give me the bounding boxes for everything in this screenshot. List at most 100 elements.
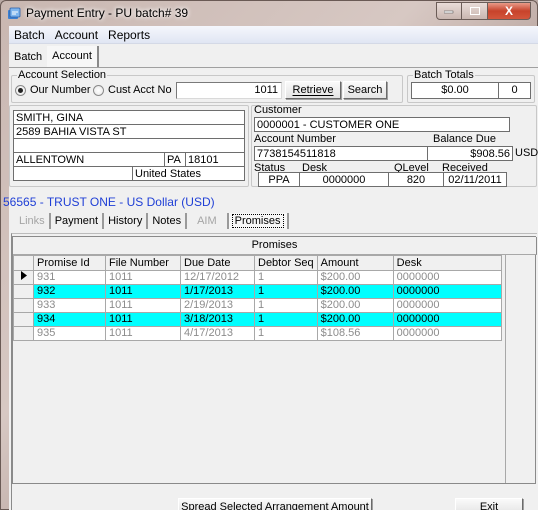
cell-due-date[interactable]: 12/17/2012	[180, 270, 255, 285]
cell-debtor-seq[interactable]: 1	[254, 270, 318, 285]
cell-file-number[interactable]: 1011	[105, 312, 181, 327]
table-row[interactable]: 933 1011 2/19/2013 1 $200.00 0000000	[13, 298, 502, 313]
cell-desk[interactable]: 0000000	[392, 326, 502, 341]
cell-promise-id[interactable]: 932	[33, 284, 106, 299]
cell-file-number[interactable]: 1011	[105, 270, 181, 285]
menu-batch[interactable]: Batch	[9, 26, 50, 43]
cell-debtor-seq[interactable]: 1	[254, 326, 318, 341]
balance-due-value: $908.56	[427, 146, 513, 161]
grid-empty-right	[505, 255, 535, 483]
search-button[interactable]: Search	[343, 81, 387, 99]
cell-desk[interactable]: 0000000	[392, 312, 502, 327]
cell-amount[interactable]: $108.56	[316, 326, 394, 341]
table-row[interactable]: 931 1011 12/17/2012 1 $200.00 0000000	[13, 270, 502, 285]
tab-payment[interactable]: Payment	[51, 213, 105, 229]
tab-account[interactable]: Account	[47, 46, 99, 68]
table-row[interactable]: 932 1011 1/17/2013 1 $200.00 0000000	[13, 284, 502, 299]
cell-file-number[interactable]: 1011	[105, 326, 181, 341]
table-row[interactable]: 934 1011 3/18/2013 1 $200.00 0000000	[13, 312, 502, 327]
cell-file-number[interactable]: 1011	[105, 298, 181, 313]
exit-label: Exit	[479, 500, 499, 510]
cell-amount[interactable]: $200.00	[316, 312, 394, 327]
balance-due-label: Balance Due	[433, 133, 496, 145]
cell-promise-id[interactable]: 933	[33, 298, 106, 313]
cell-amount[interactable]: $200.00	[316, 298, 394, 313]
cell-promise-id[interactable]: 934	[33, 312, 106, 327]
col-due-date[interactable]: Due Date	[180, 255, 255, 271]
cell-due-date[interactable]: 1/17/2013	[180, 284, 255, 299]
col-amount[interactable]: Amount	[316, 255, 394, 271]
radio-unselected-icon	[93, 84, 104, 96]
tab-divider	[9, 67, 538, 68]
app-icon	[8, 7, 21, 19]
cell-due-date[interactable]: 3/18/2013	[180, 312, 255, 327]
debtor-name: SMITH, GINA	[13, 110, 245, 125]
received-value: 02/11/2011	[443, 172, 507, 187]
row-selector[interactable]	[13, 298, 34, 313]
cell-amount[interactable]: $200.00	[316, 270, 394, 285]
payment-entry-window: Payment Entry - PU batch# 39 X Batch Acc…	[0, 0, 538, 510]
close-button[interactable]: X	[488, 2, 531, 20]
radio-our-number-label: Our Number	[30, 84, 91, 96]
minimize-button[interactable]	[436, 2, 462, 20]
spread-arrangement-label: Spread Selected Arrangement Amount	[181, 500, 369, 510]
search-label: Search	[347, 84, 383, 96]
cell-desk[interactable]: 0000000	[392, 270, 502, 285]
radio-our-number[interactable]: Our Number	[15, 84, 91, 96]
cell-desk[interactable]: 0000000	[392, 298, 502, 313]
promises-grid: Promises Promise Id File Number Due Date…	[12, 236, 537, 484]
row-selector-header	[13, 255, 34, 271]
cell-debtor-seq[interactable]: 1	[254, 284, 318, 299]
col-promise-id[interactable]: Promise Id	[33, 255, 106, 271]
qlevel-value: 820	[388, 172, 444, 187]
retrieve-button[interactable]: Retrieve	[285, 81, 341, 99]
minimize-icon	[444, 10, 454, 14]
customer-label: Customer	[254, 104, 302, 116]
cell-due-date[interactable]: 4/17/2013	[180, 326, 255, 341]
col-desk[interactable]: Desk	[392, 255, 502, 271]
top-tab-strip: Batch Account	[9, 46, 99, 68]
exit-button[interactable]: Exit	[455, 498, 523, 510]
menu-reports[interactable]: Reports	[103, 26, 155, 43]
sub-tab-strip: Links Payment History Notes AIM Promises	[15, 212, 289, 230]
tab-links[interactable]: Links	[15, 213, 51, 229]
state: PA	[164, 152, 186, 167]
cell-promise-id[interactable]: 931	[33, 270, 106, 285]
maximize-button[interactable]	[462, 2, 488, 20]
account-number-input[interactable]: 1011	[176, 82, 282, 99]
cell-promise-id[interactable]: 935	[33, 326, 106, 341]
window-title: Payment Entry - PU batch# 39	[26, 6, 189, 20]
menu-account[interactable]: Account	[50, 26, 103, 43]
tab-batch[interactable]: Batch	[9, 46, 47, 68]
cell-amount[interactable]: $200.00	[316, 284, 394, 299]
cell-debtor-seq[interactable]: 1	[254, 298, 318, 313]
radio-cust-acct-no[interactable]: Cust Acct No	[93, 84, 172, 96]
row-selector[interactable]	[13, 284, 34, 299]
customer-value: 0000001 - CUSTOMER ONE	[254, 117, 510, 132]
city: ALLENTOWN	[13, 152, 165, 167]
tab-history[interactable]: History	[104, 213, 149, 229]
tab-notes[interactable]: Notes	[148, 213, 188, 229]
account-number-value: 7738154511818	[254, 146, 428, 161]
radio-selected-icon	[15, 84, 26, 96]
cell-debtor-seq[interactable]: 1	[254, 312, 318, 327]
title-bar[interactable]: Payment Entry - PU batch# 39 X	[1, 1, 537, 25]
account-selection-label: Account Selection	[17, 69, 108, 81]
row-selector[interactable]	[13, 270, 34, 285]
row-selector[interactable]	[13, 326, 34, 341]
table-row[interactable]: 935 1011 4/17/2013 1 $108.56 0000000	[13, 326, 502, 341]
col-debtor-seq[interactable]: Debtor Seq	[254, 255, 318, 271]
promises-panel: Promises Promise Id File Number Due Date…	[11, 233, 537, 510]
tab-aim[interactable]: AIM	[187, 213, 229, 229]
close-icon: X	[504, 4, 513, 18]
spread-arrangement-button[interactable]: Spread Selected Arrangement Amount	[178, 498, 372, 510]
current-row-arrow-icon	[20, 271, 27, 280]
tab-promises[interactable]: Promises	[228, 213, 289, 229]
cell-file-number[interactable]: 1011	[105, 284, 181, 299]
col-file-number[interactable]: File Number	[105, 255, 181, 271]
cell-desk[interactable]: 0000000	[392, 284, 502, 299]
zip: 18101	[185, 152, 245, 167]
cell-due-date[interactable]: 2/19/2013	[180, 298, 255, 313]
maximize-icon	[469, 6, 480, 15]
row-selector[interactable]	[13, 312, 34, 327]
